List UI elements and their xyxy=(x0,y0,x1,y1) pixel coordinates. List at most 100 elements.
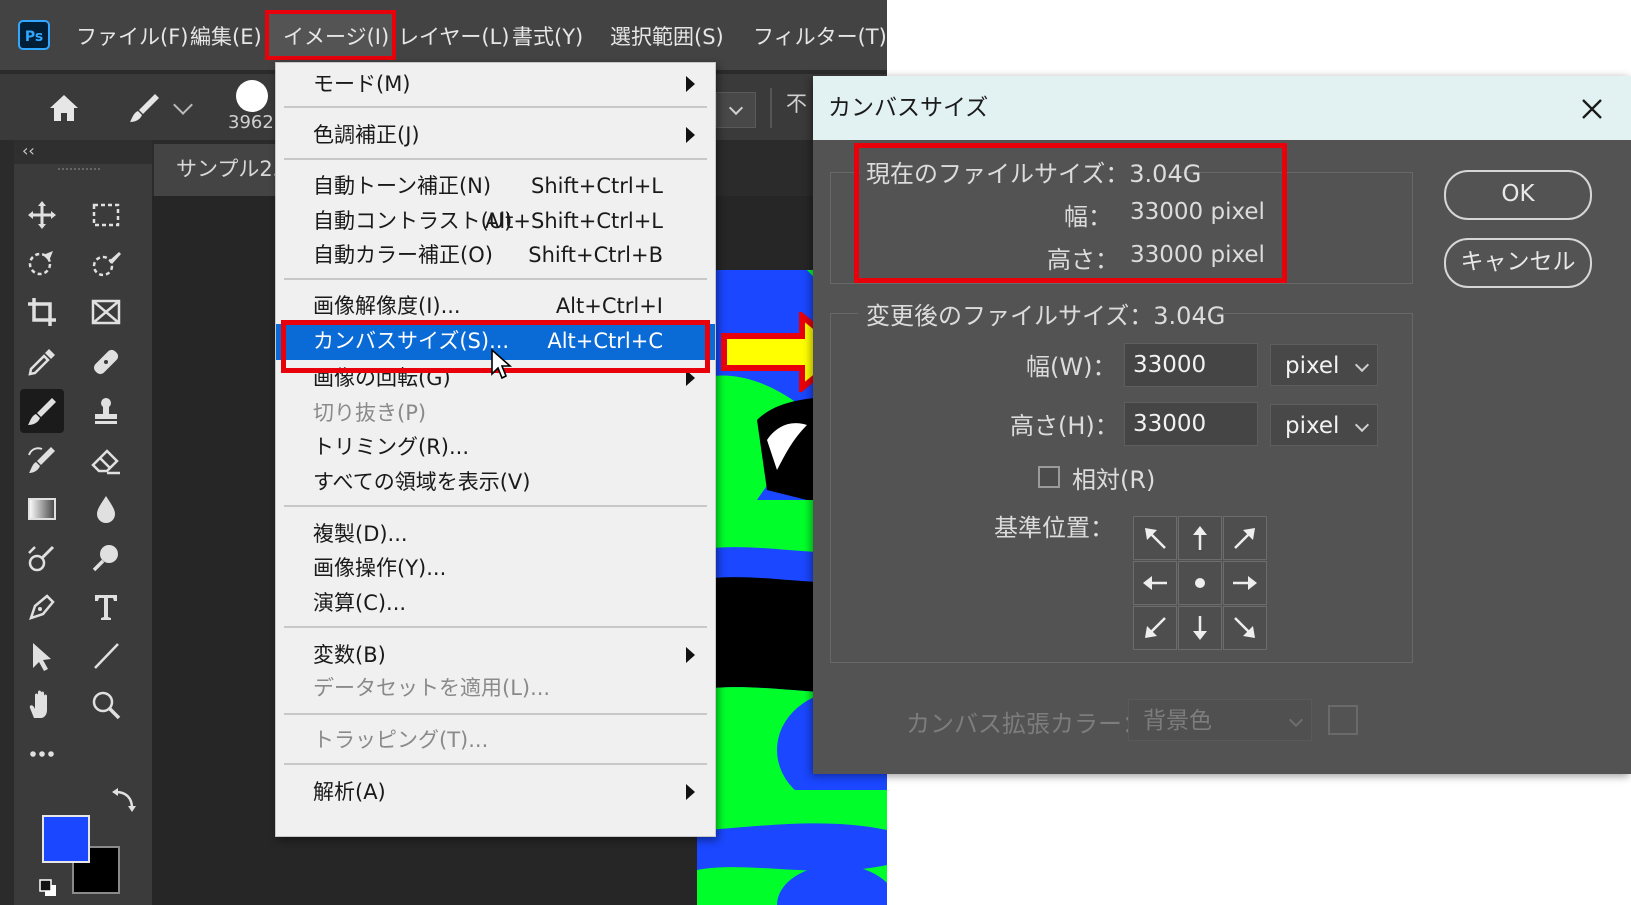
anchor-arrow-n-icon[interactable] xyxy=(1178,516,1222,560)
menu-item-reveal-all[interactable]: すべての領域を表示(V) xyxy=(276,465,715,499)
brush-preset-icon[interactable] xyxy=(125,88,165,128)
anchor-arrow-nw-icon[interactable] xyxy=(1133,516,1177,560)
gradient-tool-icon[interactable] xyxy=(20,487,64,531)
marquee-tool-icon[interactable] xyxy=(84,193,128,237)
move-tool-icon[interactable] xyxy=(20,193,64,237)
menu-file[interactable]: ファイル(F) xyxy=(76,22,188,52)
menu-item-auto-tone[interactable]: 自動トーン補正(N) Shift+Ctrl+L xyxy=(276,169,715,203)
anchor-arrow-e-icon[interactable] xyxy=(1223,561,1267,605)
blur-tool-icon[interactable] xyxy=(84,487,128,531)
height-unit-select[interactable]: pixel xyxy=(1270,404,1378,446)
menu-item-auto-contrast[interactable]: 自動コントラスト(U) Alt+Shift+Ctrl+L xyxy=(276,204,715,238)
width-input[interactable]: 33000 xyxy=(1124,343,1258,387)
chevron-down-icon xyxy=(1288,712,1304,728)
menu-filter[interactable]: フィルター(T) xyxy=(753,22,887,52)
menu-layer[interactable]: レイヤー(L) xyxy=(398,22,509,52)
home-icon[interactable] xyxy=(44,88,84,128)
brush-tool-icon[interactable] xyxy=(20,389,64,433)
menu-separator xyxy=(284,106,707,108)
relative-label: 相対(R) xyxy=(1072,466,1156,494)
chevron-down-icon xyxy=(1354,417,1370,433)
line-tool-icon[interactable] xyxy=(84,634,128,678)
submenu-arrow-icon xyxy=(686,647,695,663)
panel-grip[interactable] xyxy=(58,168,100,175)
dialog-title: カンバスサイズ xyxy=(828,95,989,121)
menu-image[interactable]: イメージ(I) xyxy=(283,22,389,52)
options-dropdown[interactable] xyxy=(716,92,756,128)
menu-item-duplicate[interactable]: 複製(D)... xyxy=(276,517,715,551)
menu-item-trim[interactable]: トリミング(R)... xyxy=(276,430,715,464)
submenu-arrow-icon xyxy=(686,76,695,92)
menu-item-mode[interactable]: モード(M) xyxy=(276,67,715,101)
menu-separator xyxy=(284,158,707,160)
zoom-tool-icon[interactable] xyxy=(84,683,128,727)
hand-tool-icon[interactable] xyxy=(20,683,64,727)
menu-item-calculations[interactable]: 演算(C)... xyxy=(276,586,715,620)
crop-tool-icon[interactable] xyxy=(20,290,64,334)
anchor-arrow-s-icon[interactable] xyxy=(1178,606,1222,650)
menu-item-adjustments[interactable]: 色調補正(J) xyxy=(276,118,715,152)
width-unit-select[interactable]: pixel xyxy=(1270,344,1378,386)
new-width-label: 幅(W)： xyxy=(1026,353,1117,381)
chevron-down-icon xyxy=(1354,357,1370,373)
menu-item-analysis[interactable]: 解析(A) xyxy=(276,775,715,809)
anchor-arrow-w-icon[interactable] xyxy=(1133,561,1177,605)
menu-item-variables[interactable]: 変数(B) xyxy=(276,638,715,672)
frame-tool-icon[interactable] xyxy=(84,290,128,334)
relative-checkbox[interactable] xyxy=(1038,466,1060,488)
menu-item-trapping: トラッピング(T)... xyxy=(313,728,489,752)
swap-colors-icon[interactable] xyxy=(108,786,138,816)
menu-separator xyxy=(284,626,707,628)
object-selection-tool-icon[interactable] xyxy=(20,242,64,286)
submenu-arrow-icon xyxy=(686,784,695,800)
type-tool-icon[interactable] xyxy=(84,585,128,629)
height-unit-value: pixel xyxy=(1285,413,1340,439)
menu-item-crop: 切り抜き(P) xyxy=(313,401,427,425)
quick-selection-tool-icon[interactable] xyxy=(84,242,128,286)
menu-item-apply-data-set: データセットを適用(L)... xyxy=(313,676,551,700)
anchor-arrow-sw-icon[interactable] xyxy=(1133,606,1177,650)
width-unit-value: pixel xyxy=(1285,353,1340,379)
eyedropper-tool-icon[interactable] xyxy=(20,340,64,384)
current-size-highlight-box xyxy=(854,143,1287,283)
history-brush-tool-icon[interactable] xyxy=(20,438,64,482)
healing-brush-tool-icon[interactable] xyxy=(84,340,128,384)
panel-collapse-icon[interactable]: ‹‹ xyxy=(14,140,152,164)
menu-separator xyxy=(284,505,707,507)
document-tab[interactable]: サンプル25000 xyxy=(154,144,294,196)
height-input[interactable]: 33000 xyxy=(1124,402,1258,446)
anchor-arrow-se-icon[interactable] xyxy=(1223,606,1267,650)
menu-select[interactable]: 選択範囲(S) xyxy=(610,22,724,52)
pen-tool-icon[interactable] xyxy=(20,585,64,629)
close-icon[interactable] xyxy=(1577,94,1607,124)
menu-edit[interactable]: 編集(E) xyxy=(190,22,262,52)
menu-item-image-size[interactable]: 画像解像度(I)... Alt+Ctrl+I xyxy=(276,289,715,323)
stamp-tool-icon[interactable] xyxy=(84,389,128,433)
menu-type[interactable]: 書式(Y) xyxy=(512,22,583,52)
sponge-tool-icon[interactable] xyxy=(84,536,128,580)
ok-button[interactable]: OK xyxy=(1444,170,1592,220)
extension-color-label: カンバス拡張カラー： xyxy=(906,710,1146,738)
brush-tip-preview-icon[interactable] xyxy=(236,80,268,112)
more-tools-icon[interactable] xyxy=(20,732,64,776)
default-colors-icon[interactable] xyxy=(38,878,58,898)
foreground-color-swatch[interactable] xyxy=(42,815,90,863)
menu-item-apply-image[interactable]: 画像操作(Y)... xyxy=(276,551,715,585)
extension-color-select: 背景色 xyxy=(1128,699,1312,741)
extension-color-swatch xyxy=(1328,705,1358,735)
anchor-arrow-ne-icon[interactable] xyxy=(1223,516,1267,560)
options-partial-label: 不 xyxy=(786,92,807,116)
anchor-center-dot-icon[interactable] xyxy=(1178,561,1222,605)
photoshop-logo-icon: Ps xyxy=(18,20,50,50)
eraser-tool-icon[interactable] xyxy=(84,438,128,482)
menu-separator xyxy=(284,763,707,765)
brush-size-value: 3962 xyxy=(228,112,274,133)
menu-separator xyxy=(284,713,707,715)
path-selection-tool-icon[interactable] xyxy=(20,634,64,678)
menu-separator xyxy=(284,278,707,280)
anchor-grid xyxy=(1133,516,1267,650)
cancel-button[interactable]: キャンセル xyxy=(1444,238,1592,288)
dodge-tool-icon[interactable] xyxy=(20,536,64,580)
new-file-size-label: 変更後のファイルサイズ：3.04G xyxy=(866,302,1226,330)
menu-item-auto-color[interactable]: 自動カラー補正(O) Shift+Ctrl+B xyxy=(276,238,715,272)
